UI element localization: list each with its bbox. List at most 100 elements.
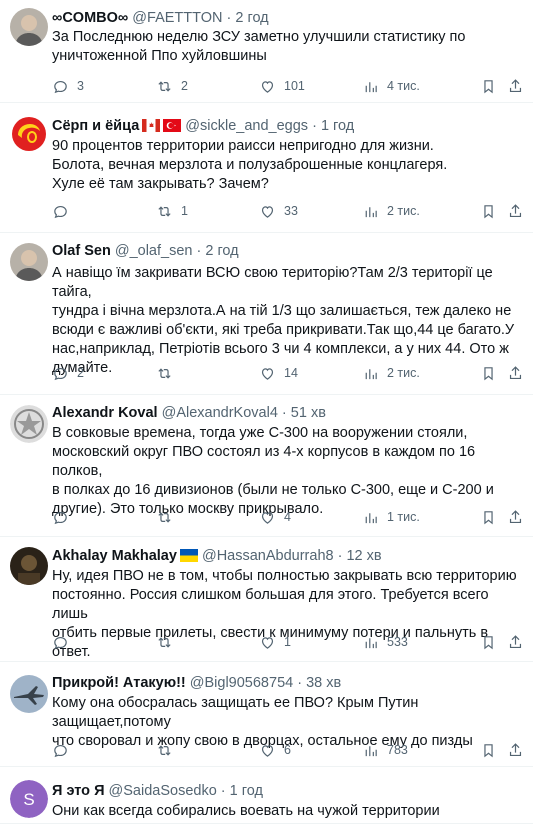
repost-button[interactable] (156, 632, 181, 652)
repost-button[interactable] (156, 507, 181, 527)
timestamp[interactable]: 51 хв (291, 405, 326, 421)
bookmark-button[interactable] (480, 363, 497, 383)
repost-count: 2 (181, 79, 188, 93)
user-handle[interactable]: @FAETTTON (132, 10, 222, 26)
timestamp[interactable]: 38 хв (306, 675, 341, 691)
views-button[interactable]: 1 тис. (362, 507, 420, 527)
tweet-text-line: За Последнюю неделю ЗСУ заметно улучшили… (52, 29, 466, 45)
reply-tweet[interactable]: Сёрп и ёйца @sickle_and_eggs · 1 год 90 п… (0, 103, 533, 233)
display-name[interactable]: ∞COMBO∞ (52, 10, 128, 26)
display-name[interactable]: Akhalay Makhalay (52, 548, 177, 564)
avatar[interactable] (10, 8, 48, 46)
share-button[interactable] (507, 201, 524, 221)
views-button[interactable]: 533 (362, 632, 408, 652)
like-button[interactable]: 6 (259, 740, 291, 760)
bookmark-button[interactable] (480, 76, 497, 96)
bookmark-icon (484, 635, 493, 649)
action-bar: 1 533 (52, 632, 522, 652)
display-name[interactable]: Alexandr Koval (52, 405, 158, 421)
user-handle[interactable]: @HassanAbdurrah8 (202, 548, 334, 564)
reply-button[interactable] (52, 740, 77, 760)
share-icon (509, 509, 522, 523)
views-button[interactable]: 2 тис. (362, 201, 420, 221)
share-button[interactable] (507, 632, 524, 652)
reply-tweet[interactable]: Alexandr Koval @AlexandrKoval4 · 51 хв В … (0, 395, 533, 537)
timestamp[interactable]: 12 хв (346, 548, 381, 564)
repost-button[interactable] (156, 740, 181, 760)
tweet-text: А навіщо їм закривати ВСЮ свою територію… (52, 264, 521, 378)
bookmark-button[interactable] (480, 740, 497, 760)
display-name[interactable]: Я это Я (52, 783, 105, 799)
views-icon (365, 637, 377, 648)
tweet-header: Прикрой! Атакую!! @Bigl90568754 · 38 хв (52, 673, 341, 693)
tweet-text: 90 процентов территории раисси непригодн… (52, 137, 521, 194)
bookmark-button[interactable] (480, 507, 497, 527)
like-button[interactable]: 14 (259, 363, 298, 383)
repost-button[interactable]: 1 (156, 201, 188, 221)
tweet-text-line: Кому она обосралась защищать ее ПВО? Кры… (52, 695, 419, 730)
user-handle[interactable]: @_olaf_sen (115, 243, 193, 259)
tweet-text-line: уничтоженной Ппо хуйловшины (52, 48, 267, 64)
timestamp[interactable]: 2 год (235, 10, 268, 26)
like-button[interactable]: 33 (259, 201, 298, 221)
user-handle[interactable]: @AlexandrKoval4 (162, 405, 278, 421)
views-button[interactable]: 4 тис. (362, 76, 420, 96)
avatar[interactable] (10, 243, 48, 281)
repost-button[interactable] (156, 363, 181, 383)
reply-tweet[interactable]: Olaf Sen @_olaf_sen · 2 год А навіщо їм з… (0, 233, 533, 395)
like-count: 33 (284, 204, 298, 218)
timestamp[interactable]: 1 год (230, 783, 263, 799)
like-icon (261, 511, 274, 524)
bookmark-button[interactable] (480, 632, 497, 652)
like-button[interactable]: 1 (259, 632, 291, 652)
bookmark-icon (484, 743, 493, 757)
reply-icon (54, 80, 67, 93)
tweet-header: Alexandr Koval @AlexandrKoval4 · 51 хв (52, 403, 326, 423)
reply-icon (54, 744, 67, 757)
like-count: 101 (284, 79, 305, 93)
like-icon (261, 744, 274, 757)
views-button[interactable]: 2 тис. (362, 363, 420, 383)
user-handle[interactable]: @sickle_and_eggs (185, 118, 308, 134)
share-button[interactable] (507, 507, 524, 527)
reply-button[interactable] (52, 201, 77, 221)
avatar[interactable] (10, 675, 48, 713)
ukraine-flag-icon (179, 549, 198, 562)
tweet-header: ∞COMBO∞ @FAETTTON · 2 год (52, 8, 269, 28)
display-name[interactable]: Сёрп и ёйца (52, 118, 139, 134)
tweet-text-line: в полках до 16 дивизионов (были не тольк… (52, 482, 494, 498)
share-button[interactable] (507, 740, 524, 760)
reply-tweet[interactable]: Akhalay Makhalay @HassanAbdurrah8 · 12 х… (0, 537, 533, 662)
like-icon (261, 80, 274, 93)
like-button[interactable]: 101 (259, 76, 305, 96)
repost-button[interactable]: 2 (156, 76, 188, 96)
views-button[interactable]: 783 (362, 740, 408, 760)
like-icon (261, 205, 274, 218)
bookmark-button[interactable] (480, 201, 497, 221)
reply-button[interactable] (52, 632, 77, 652)
display-name[interactable]: Прикрой! Атакую!! (52, 675, 186, 691)
avatar[interactable]: S (10, 780, 48, 818)
timestamp[interactable]: 1 год (321, 118, 354, 134)
tweet-text-line: всюди є важливі об'єкти, які треба прикр… (52, 322, 515, 338)
reply-tweet[interactable]: S Я это Я @SaidaSosedko · 1 год Они как вс… (0, 767, 533, 824)
share-button[interactable] (507, 76, 524, 96)
tweet-text-line: Они как всегда собирались воевать на чуж… (52, 803, 440, 819)
timestamp[interactable]: 2 год (205, 243, 238, 259)
repost-count: 1 (181, 204, 188, 218)
like-button[interactable]: 4 (259, 507, 291, 527)
avatar[interactable] (10, 115, 48, 153)
avatar[interactable] (10, 547, 48, 585)
display-name[interactable]: Olaf Sen (52, 243, 111, 259)
user-handle[interactable]: @Bigl90568754 (190, 675, 293, 691)
share-icon (509, 365, 522, 379)
reply-tweet[interactable]: ∞COMBO∞ @FAETTTON · 2 год За Последнюю не… (0, 0, 533, 103)
reply-button[interactable]: 2 (52, 363, 84, 383)
reply-tweet[interactable]: Прикрой! Атакую!! @Bigl90568754 · 38 хв К… (0, 662, 533, 767)
user-handle[interactable]: @SaidaSosedko (109, 783, 217, 799)
share-icon (509, 634, 522, 648)
reply-button[interactable]: 3 (52, 76, 84, 96)
avatar[interactable] (10, 405, 48, 443)
reply-button[interactable] (52, 507, 77, 527)
share-button[interactable] (507, 363, 524, 383)
